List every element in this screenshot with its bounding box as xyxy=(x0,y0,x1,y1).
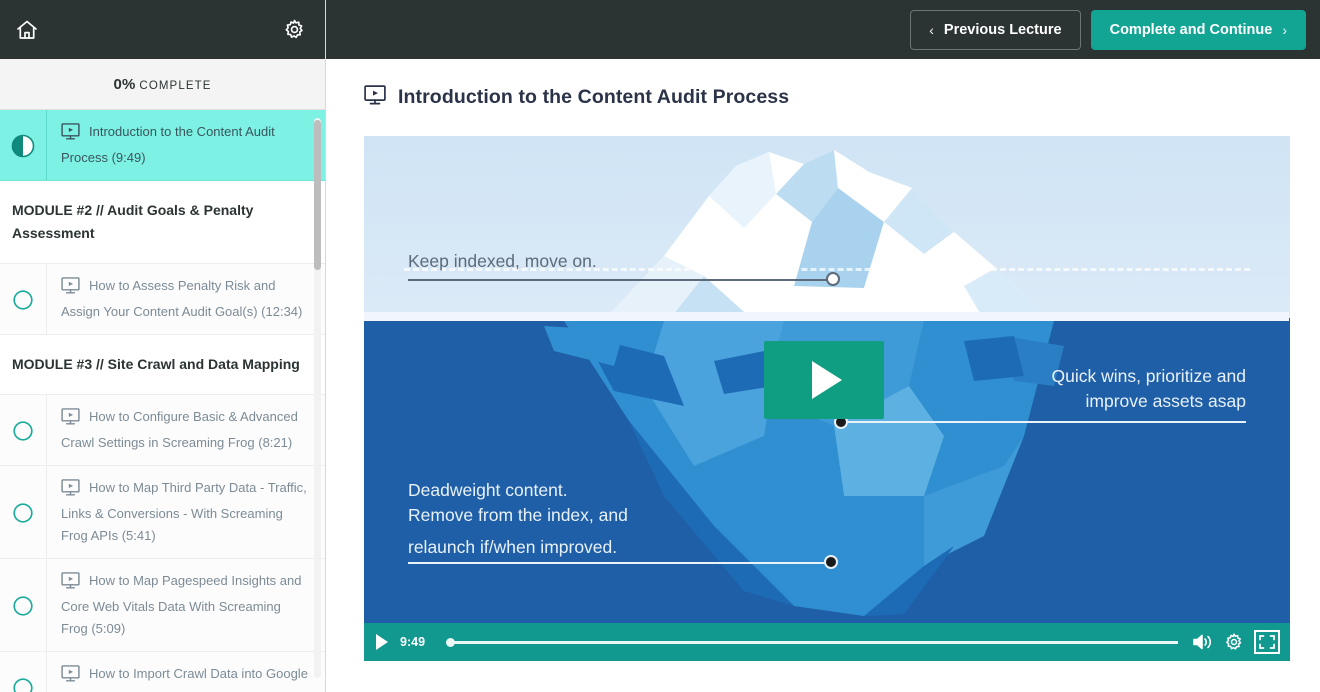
video-monitor-icon xyxy=(61,572,80,596)
progress-percent: 0% xyxy=(114,76,136,93)
lecture-title-text: How to Map Third Party Data - Traffic, L… xyxy=(61,480,307,543)
lecture-item[interactable]: How to Map Third Party Data - Traffic, L… xyxy=(0,466,325,559)
lecture-item[interactable]: How to Configure Basic & Advanced Crawl … xyxy=(0,395,325,466)
previous-lecture-label: Previous Lecture xyxy=(944,22,1062,38)
video-scrubber[interactable] xyxy=(444,635,1182,649)
lecture-item[interactable]: How to Map Pagespeed Insights and Core W… xyxy=(0,559,325,652)
play-icon[interactable] xyxy=(374,633,390,651)
caption-right: Quick wins, prioritize and improve asset… xyxy=(1051,364,1246,414)
module-header: MODULE #2 // Audit Goals & Penalty Asses… xyxy=(0,181,325,264)
lecture-title-text: How to Map Pagespeed Insights and Core W… xyxy=(61,573,301,636)
video-time: 9:49 xyxy=(400,635,434,649)
lecture-status-incomplete-icon xyxy=(0,264,46,334)
lecture-body: Introduction to the Content Audit Proces… xyxy=(46,110,325,180)
progress-text: 0% COMPLETE xyxy=(114,76,212,93)
caption-right-line2: improve assets asap xyxy=(1051,389,1246,414)
lecture-title: How to Assess Penalty Risk and Assign Yo… xyxy=(61,275,309,323)
sidebar-header xyxy=(0,0,325,59)
caption-right-line1: Quick wins, prioritize and xyxy=(1051,364,1246,389)
sidebar-scrollbar[interactable] xyxy=(314,118,321,678)
play-icon xyxy=(812,361,842,399)
lecture-list[interactable]: Introduction to the Content Audit Proces… xyxy=(0,110,325,692)
scrubber-knob[interactable] xyxy=(446,638,455,647)
caption-right-line xyxy=(835,421,1246,423)
lecture-title: How to Map Pagespeed Insights and Core W… xyxy=(61,570,309,640)
previous-lecture-button[interactable]: ‹ Previous Lecture xyxy=(910,10,1080,50)
lecture-status-incomplete-icon xyxy=(0,395,46,465)
video-monitor-icon xyxy=(61,408,80,432)
gear-icon[interactable] xyxy=(1224,632,1244,652)
lecture-item[interactable]: Introduction to the Content Audit Proces… xyxy=(0,110,325,181)
top-toolbar: ‹ Previous Lecture Complete and Continue… xyxy=(326,0,1320,59)
caption-bottom-line2: Remove from the index, and xyxy=(408,503,628,528)
lesson-header: Introduction to the Content Audit Proces… xyxy=(326,59,1320,110)
lecture-title-text: How to Assess Penalty Risk and Assign Yo… xyxy=(61,278,302,319)
main-content: ‹ Previous Lecture Complete and Continue… xyxy=(326,0,1320,692)
caption-top-marker xyxy=(826,272,840,286)
page-title: Introduction to the Content Audit Proces… xyxy=(398,86,789,109)
fullscreen-icon[interactable] xyxy=(1254,630,1280,654)
lecture-status-incomplete-icon xyxy=(0,559,46,651)
lecture-title-text: How to Import Crawl Data into Google She… xyxy=(61,666,308,692)
lecture-body: How to Assess Penalty Risk and Assign Yo… xyxy=(46,264,325,334)
lecture-status-in-progress-icon xyxy=(0,110,46,180)
lecture-status-incomplete-icon xyxy=(0,466,46,558)
lecture-title: Introduction to the Content Audit Proces… xyxy=(61,121,309,169)
lecture-title: How to Map Third Party Data - Traffic, L… xyxy=(61,477,309,547)
video-monitor-icon xyxy=(61,277,80,301)
lecture-title-text: Introduction to the Content Audit Proces… xyxy=(61,124,275,165)
scrubber-track xyxy=(452,641,1178,644)
video-monitor-icon xyxy=(364,85,386,110)
caption-bottom-line3: relaunch if/when improved. xyxy=(408,535,628,560)
play-button-overlay[interactable] xyxy=(764,341,884,419)
caption-bottom-line-rule xyxy=(408,562,829,564)
video-monitor-icon xyxy=(61,123,80,147)
sidebar-scrollbar-thumb[interactable] xyxy=(314,120,321,270)
video-frame: Keep indexed, move on. Quick wins, prior… xyxy=(364,136,1290,661)
lecture-body: How to Map Third Party Data - Traffic, L… xyxy=(46,466,325,558)
video-controls: 9:49 xyxy=(364,623,1290,661)
home-icon[interactable] xyxy=(12,15,42,45)
lecture-title-text: How to Configure Basic & Advanced Crawl … xyxy=(61,409,298,450)
complete-and-continue-button[interactable]: Complete and Continue › xyxy=(1091,10,1306,50)
chevron-right-icon: › xyxy=(1282,22,1287,38)
lecture-title: How to Configure Basic & Advanced Crawl … xyxy=(61,406,309,454)
module-header: MODULE #3 // Site Crawl and Data Mapping xyxy=(0,335,325,395)
caption-top-line xyxy=(408,279,833,281)
lecture-item[interactable]: How to Assess Penalty Risk and Assign Yo… xyxy=(0,264,325,335)
lecture-body: How to Import Crawl Data into Google She… xyxy=(46,652,325,692)
lecture-status-incomplete-icon xyxy=(0,652,46,692)
complete-and-continue-label: Complete and Continue xyxy=(1110,22,1273,38)
caption-top: Keep indexed, move on. xyxy=(408,249,597,274)
progress-label: COMPLETE xyxy=(139,80,211,92)
caption-bottom: Deadweight content. Remove from the inde… xyxy=(408,478,628,560)
caption-bottom-marker xyxy=(824,555,838,569)
video-monitor-icon xyxy=(61,479,80,503)
course-player: 0% COMPLETE Introduction to the Content … xyxy=(0,0,1320,692)
video-monitor-icon xyxy=(61,665,80,689)
lecture-item[interactable]: How to Import Crawl Data into Google She… xyxy=(0,652,325,692)
caption-bottom-line1: Deadweight content. xyxy=(408,478,628,503)
chevron-left-icon: ‹ xyxy=(929,22,934,38)
sidebar: 0% COMPLETE Introduction to the Content … xyxy=(0,0,326,692)
volume-icon[interactable] xyxy=(1192,633,1214,651)
lecture-body: How to Map Pagespeed Insights and Core W… xyxy=(46,559,325,651)
video-player[interactable]: Keep indexed, move on. Quick wins, prior… xyxy=(364,136,1290,661)
lecture-body: How to Configure Basic & Advanced Crawl … xyxy=(46,395,325,465)
gear-icon[interactable] xyxy=(279,15,309,45)
lecture-title: How to Import Crawl Data into Google She… xyxy=(61,663,309,692)
course-progress: 0% COMPLETE xyxy=(0,59,325,110)
